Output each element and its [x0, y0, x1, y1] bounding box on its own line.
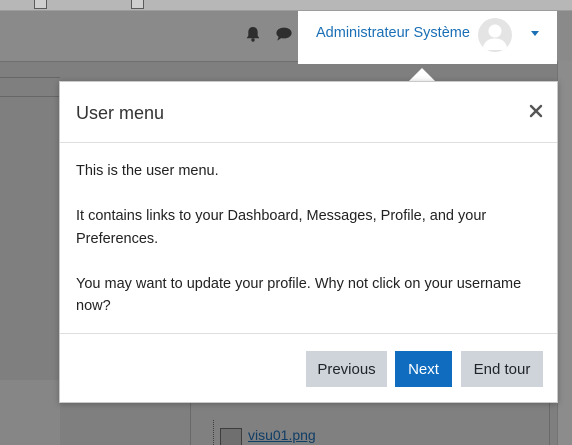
- caret-down-icon[interactable]: [531, 31, 539, 36]
- tour-paragraph: You may want to update your profile. Why…: [76, 275, 522, 315]
- tree-line: [213, 420, 215, 445]
- checkbox-icon: [34, 0, 47, 9]
- popover-header: User menu: [60, 82, 557, 143]
- tour-paragraph: It contains links to your Dashboard, Mes…: [76, 208, 487, 247]
- close-icon: [529, 104, 543, 118]
- page: Administrateur Système visu01.png User m…: [0, 0, 572, 445]
- files-block: [190, 402, 550, 445]
- chat-bubble-icon[interactable]: [274, 24, 294, 44]
- popover-arrow: [408, 68, 436, 82]
- end-tour-button[interactable]: End tour: [461, 351, 543, 387]
- user-avatar-icon[interactable]: [478, 18, 512, 52]
- previous-button[interactable]: Previous: [306, 351, 387, 387]
- next-button[interactable]: Next: [395, 351, 452, 387]
- popover-body: This is the user menu. It contains links…: [76, 160, 536, 340]
- divider: [0, 77, 60, 78]
- checkbox-icon: [131, 0, 144, 9]
- divider: [0, 96, 60, 97]
- page-region: [0, 380, 60, 445]
- bell-icon[interactable]: [243, 24, 263, 44]
- tour-popover: User menu This is the user menu. It cont…: [59, 81, 558, 403]
- top-strip: [0, 0, 572, 11]
- user-menu-toggle[interactable]: Administrateur Système: [298, 11, 557, 64]
- user-name[interactable]: Administrateur Système: [316, 25, 470, 41]
- image-file-icon: [220, 428, 242, 445]
- tour-paragraph: This is the user menu.: [76, 163, 219, 179]
- close-button[interactable]: [525, 100, 547, 122]
- popover-footer: Previous Next End tour: [60, 333, 557, 403]
- page-scroll-edge: [557, 61, 572, 445]
- popover-title: User menu: [76, 103, 165, 123]
- file-link[interactable]: visu01.png: [248, 427, 316, 443]
